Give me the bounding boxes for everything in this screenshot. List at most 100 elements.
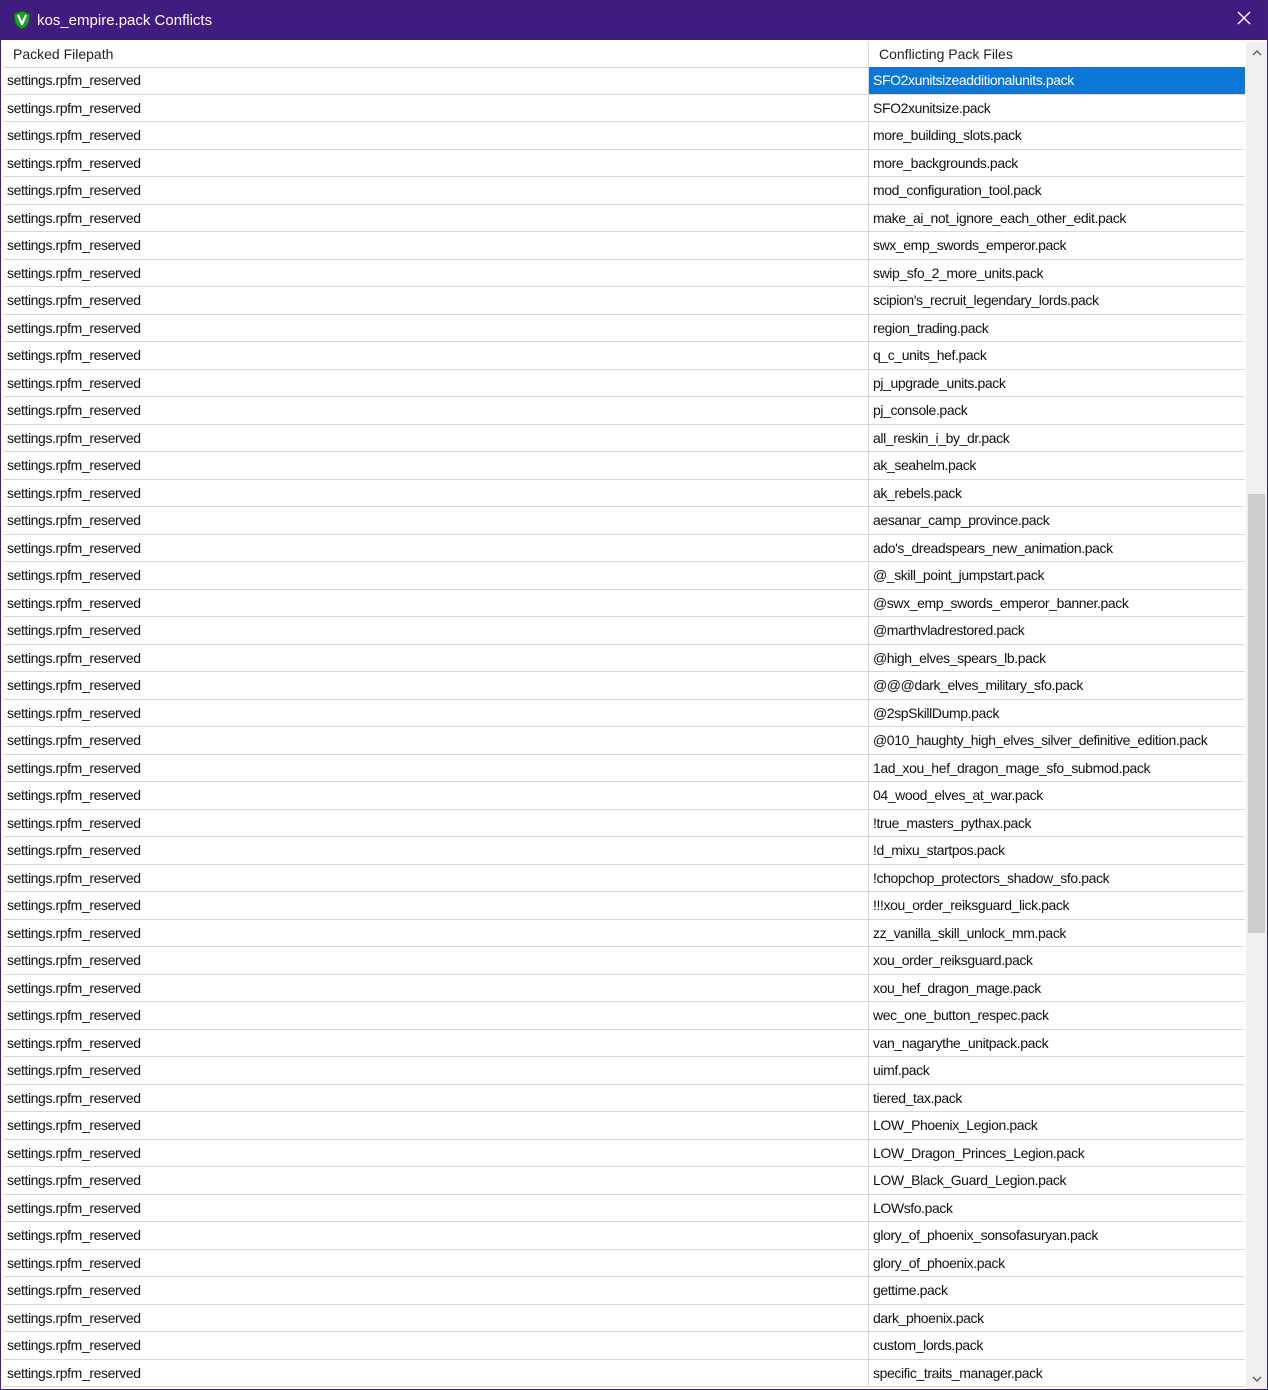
conflicting-pack-cell[interactable]: pj_console.pack xyxy=(869,397,1245,424)
conflicting-pack-cell[interactable]: @swx_emp_swords_emperor_banner.pack xyxy=(869,590,1245,617)
table-row[interactable]: settings.rpfm_reserved dark_phoenix.pack xyxy=(3,1304,1245,1332)
vertical-scrollbar[interactable] xyxy=(1246,42,1267,1389)
conflicting-pack-cell[interactable]: region_trading.pack xyxy=(869,315,1245,342)
conflicting-pack-cell[interactable]: !true_masters_pythax.pack xyxy=(869,810,1245,837)
packed-filepath-cell[interactable]: settings.rpfm_reserved xyxy=(3,287,869,314)
packed-filepath-cell[interactable]: settings.rpfm_reserved xyxy=(3,122,869,149)
table-row[interactable]: settings.rpfm_reserved !true_masters_pyth… xyxy=(3,809,1245,837)
conflicting-pack-cell[interactable]: 04_wood_elves_at_war.pack xyxy=(869,782,1245,809)
table-row[interactable]: settings.rpfm_reserved swip_sfo_2_more_un… xyxy=(3,259,1245,287)
table-row[interactable]: settings.rpfm_reserved swx_emp_swords_emp… xyxy=(3,232,1245,260)
packed-filepath-cell[interactable]: settings.rpfm_reserved xyxy=(3,94,869,121)
table-row[interactable]: settings.rpfm_reserved uimf.pack xyxy=(3,1057,1245,1085)
table-row[interactable]: settings.rpfm_reserved make_ai_not_ignore… xyxy=(3,204,1245,232)
table-row[interactable]: settings.rpfm_reserved specific_traits_ma… xyxy=(3,1359,1245,1387)
packed-filepath-cell[interactable]: settings.rpfm_reserved xyxy=(3,1029,869,1056)
conflicting-pack-cell[interactable]: ak_rebels.pack xyxy=(869,480,1245,507)
conflicting-pack-cell[interactable]: LOW_Black_Guard_Legion.pack xyxy=(869,1167,1245,1194)
table-row[interactable]: settings.rpfm_reserved LOW_Dragon_Princes… xyxy=(3,1139,1245,1167)
packed-filepath-cell[interactable]: settings.rpfm_reserved xyxy=(3,314,869,341)
conflicting-pack-cell[interactable]: custom_lords.pack xyxy=(869,1332,1245,1359)
conflicting-pack-cell[interactable]: @2spSkillDump.pack xyxy=(869,700,1245,727)
table-row[interactable]: settings.rpfm_reserved gettime.pack xyxy=(3,1277,1245,1305)
packed-filepath-cell[interactable]: settings.rpfm_reserved xyxy=(3,1332,869,1359)
table-row[interactable]: settings.rpfm_reserved ak_rebels.pack xyxy=(3,479,1245,507)
packed-filepath-cell[interactable]: settings.rpfm_reserved xyxy=(3,452,869,479)
conflicting-pack-cell[interactable]: mod_configuration_tool.pack xyxy=(869,177,1245,204)
table-row[interactable]: settings.rpfm_reserved custom_lords.pack xyxy=(3,1332,1245,1360)
conflicting-pack-cell[interactable]: more_building_slots.pack xyxy=(869,122,1245,149)
packed-filepath-cell[interactable]: settings.rpfm_reserved xyxy=(3,947,869,974)
conflicting-pack-cell[interactable]: all_reskin_i_by_dr.pack xyxy=(869,425,1245,452)
conflicting-pack-cell[interactable]: dark_phoenix.pack xyxy=(869,1305,1245,1332)
table-row[interactable]: settings.rpfm_reserved tiered_tax.pack xyxy=(3,1084,1245,1112)
scroll-up-button[interactable] xyxy=(1246,42,1267,62)
packed-filepath-cell[interactable]: settings.rpfm_reserved xyxy=(3,204,869,231)
packed-filepath-cell[interactable]: settings.rpfm_reserved xyxy=(3,864,869,891)
packed-filepath-cell[interactable]: settings.rpfm_reserved xyxy=(3,727,869,754)
table-row[interactable]: settings.rpfm_reserved !!!xou_order_reiks… xyxy=(3,892,1245,920)
table-row[interactable]: settings.rpfm_reserved more_backgrounds.p… xyxy=(3,149,1245,177)
conflicting-pack-cell[interactable]: ado's_dreadspears_new_animation.pack xyxy=(869,535,1245,562)
conflicting-pack-cell[interactable]: make_ai_not_ignore_each_other_edit.pack xyxy=(869,205,1245,232)
conflicting-pack-cell[interactable]: @@@dark_elves_military_sfo.pack xyxy=(869,672,1245,699)
table-row[interactable]: settings.rpfm_reserved @swx_emp_swords_em… xyxy=(3,589,1245,617)
table-row[interactable]: settings.rpfm_reserved mod_configuration_… xyxy=(3,177,1245,205)
table-row[interactable]: settings.rpfm_reserved scipion's_recruit_… xyxy=(3,287,1245,315)
table-row[interactable]: settings.rpfm_reserved more_building_slot… xyxy=(3,122,1245,150)
table-row[interactable]: settings.rpfm_reserved @_skill_point_jump… xyxy=(3,562,1245,590)
conflicting-pack-cell[interactable]: @_skill_point_jumpstart.pack xyxy=(869,562,1245,589)
table-row[interactable]: settings.rpfm_reserved all_reskin_i_by_dr… xyxy=(3,424,1245,452)
scroll-down-button[interactable] xyxy=(1246,1369,1267,1389)
conflicting-pack-cell[interactable]: LOWsfo.pack xyxy=(869,1195,1245,1222)
packed-filepath-cell[interactable]: settings.rpfm_reserved xyxy=(3,1222,869,1249)
conflicting-pack-cell[interactable]: tiered_tax.pack xyxy=(869,1085,1245,1112)
table-row[interactable]: settings.rpfm_reserved @2spSkillDump.pack xyxy=(3,699,1245,727)
conflicts-table[interactable]: Packed Filepath Conflicting Pack Files s… xyxy=(3,42,1245,1389)
packed-filepath-cell[interactable]: settings.rpfm_reserved xyxy=(3,1277,869,1304)
table-row[interactable]: settings.rpfm_reserved !d_mixu_startpos.p… xyxy=(3,837,1245,865)
table-row[interactable]: settings.rpfm_reserved 04_wood_elves_at_w… xyxy=(3,782,1245,810)
packed-filepath-cell[interactable]: settings.rpfm_reserved xyxy=(3,1249,869,1276)
packed-filepath-cell[interactable]: settings.rpfm_reserved xyxy=(3,1139,869,1166)
conflicting-pack-cell[interactable]: pj_upgrade_units.pack xyxy=(869,370,1245,397)
table-row[interactable]: settings.rpfm_reserved LOW_Phoenix_Legion… xyxy=(3,1112,1245,1140)
conflicting-pack-cell[interactable]: q_c_units_hef.pack xyxy=(869,342,1245,369)
packed-filepath-cell[interactable]: settings.rpfm_reserved xyxy=(3,974,869,1001)
packed-filepath-cell[interactable]: settings.rpfm_reserved xyxy=(3,177,869,204)
conflicting-pack-cell[interactable]: LOW_Dragon_Princes_Legion.pack xyxy=(869,1140,1245,1167)
packed-filepath-cell[interactable]: settings.rpfm_reserved xyxy=(3,1194,869,1221)
table-row[interactable]: settings.rpfm_reserved @010_haughty_high_… xyxy=(3,727,1245,755)
packed-filepath-cell[interactable]: settings.rpfm_reserved xyxy=(3,479,869,506)
table-row[interactable]: settings.rpfm_reserved xou_order_reiksgua… xyxy=(3,947,1245,975)
packed-filepath-cell[interactable]: settings.rpfm_reserved xyxy=(3,67,869,94)
conflicting-pack-cell[interactable]: zz_vanilla_skill_unlock_mm.pack xyxy=(869,920,1245,947)
packed-filepath-cell[interactable]: settings.rpfm_reserved xyxy=(3,1167,869,1194)
packed-filepath-cell[interactable]: settings.rpfm_reserved xyxy=(3,754,869,781)
conflicting-pack-cell[interactable]: ak_seahelm.pack xyxy=(869,452,1245,479)
packed-filepath-cell[interactable]: settings.rpfm_reserved xyxy=(3,259,869,286)
conflicting-pack-cell[interactable]: @high_elves_spears_lb.pack xyxy=(869,645,1245,672)
packed-filepath-cell[interactable]: settings.rpfm_reserved xyxy=(3,809,869,836)
table-row[interactable]: settings.rpfm_reserved LOW_Black_Guard_Le… xyxy=(3,1167,1245,1195)
conflicting-pack-cell[interactable]: more_backgrounds.pack xyxy=(869,150,1245,177)
table-row[interactable]: settings.rpfm_reserved zz_vanilla_skill_u… xyxy=(3,919,1245,947)
conflicting-pack-cell[interactable]: wec_one_button_respec.pack xyxy=(869,1002,1245,1029)
conflicting-pack-cell[interactable]: uimf.pack xyxy=(869,1057,1245,1084)
conflicting-pack-cell[interactable]: glory_of_phoenix_sonsofasuryan.pack xyxy=(869,1222,1245,1249)
packed-filepath-cell[interactable]: settings.rpfm_reserved xyxy=(3,424,869,451)
table-row[interactable]: settings.rpfm_reserved pj_console.pack xyxy=(3,397,1245,425)
packed-filepath-cell[interactable]: settings.rpfm_reserved xyxy=(3,892,869,919)
conflicting-pack-cell[interactable]: @marthvladrestored.pack xyxy=(869,617,1245,644)
table-row[interactable]: settings.rpfm_reserved aesanar_camp_provi… xyxy=(3,507,1245,535)
column-header-packed-filepath[interactable]: Packed Filepath xyxy=(3,42,869,67)
close-button[interactable] xyxy=(1221,1,1267,40)
table-row[interactable]: settings.rpfm_reserved wec_one_button_res… xyxy=(3,1002,1245,1030)
table-row[interactable]: settings.rpfm_reserved ak_seahelm.pack xyxy=(3,452,1245,480)
conflicting-pack-cell[interactable]: gettime.pack xyxy=(869,1277,1245,1304)
conflicting-pack-cell[interactable]: aesanar_camp_province.pack xyxy=(869,507,1245,534)
packed-filepath-cell[interactable]: settings.rpfm_reserved xyxy=(3,232,869,259)
table-row[interactable]: settings.rpfm_reserved 1ad_xou_hef_dragon… xyxy=(3,754,1245,782)
packed-filepath-cell[interactable]: settings.rpfm_reserved xyxy=(3,672,869,699)
conflicting-pack-cell[interactable]: 1ad_xou_hef_dragon_mage_sfo_submod.pack xyxy=(869,755,1245,782)
